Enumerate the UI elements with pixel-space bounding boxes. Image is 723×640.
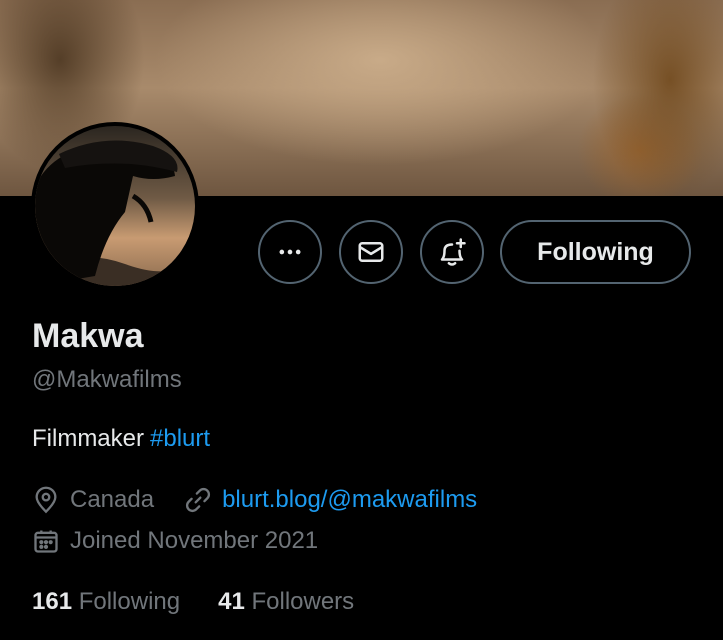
more-horizontal-icon — [279, 249, 301, 255]
profile-bio: Filmmaker #blurt — [32, 425, 210, 453]
avatar[interactable] — [31, 122, 199, 290]
bio-hashtag-link[interactable]: #blurt — [150, 425, 210, 452]
joined-row: Joined November 2021 — [32, 527, 318, 555]
profile-handle: @Makwafilms — [32, 366, 182, 393]
following-button[interactable]: Following — [500, 220, 691, 284]
following-count: 161 — [32, 588, 73, 615]
envelope-icon — [358, 242, 384, 262]
message-button[interactable] — [339, 220, 403, 284]
profile-meta-row: Canada blurt.blog/@makwafilms — [32, 486, 477, 514]
website-link[interactable]: blurt.blog/@makwafilms — [222, 486, 477, 514]
bio-text: Filmmaker — [32, 425, 144, 452]
following-stat[interactable]: 161 Following — [32, 588, 180, 615]
joined-text: Joined November 2021 — [70, 527, 319, 554]
followers-stat[interactable]: 41 Followers — [218, 588, 354, 615]
bell-plus-icon — [440, 238, 466, 266]
followers-count: 41 — [218, 588, 245, 615]
following-label: Following — [78, 588, 181, 615]
profile-name: Makwa — [32, 317, 144, 355]
notify-button[interactable] — [420, 220, 484, 284]
followers-label: Followers — [251, 588, 355, 615]
location-pin-icon — [35, 486, 57, 514]
link-icon — [186, 487, 211, 513]
more-button[interactable] — [258, 220, 322, 284]
calendar-icon — [34, 530, 58, 553]
location-text: Canada — [70, 486, 155, 513]
profile-stats: 161 Following 41 Followers — [32, 588, 354, 616]
